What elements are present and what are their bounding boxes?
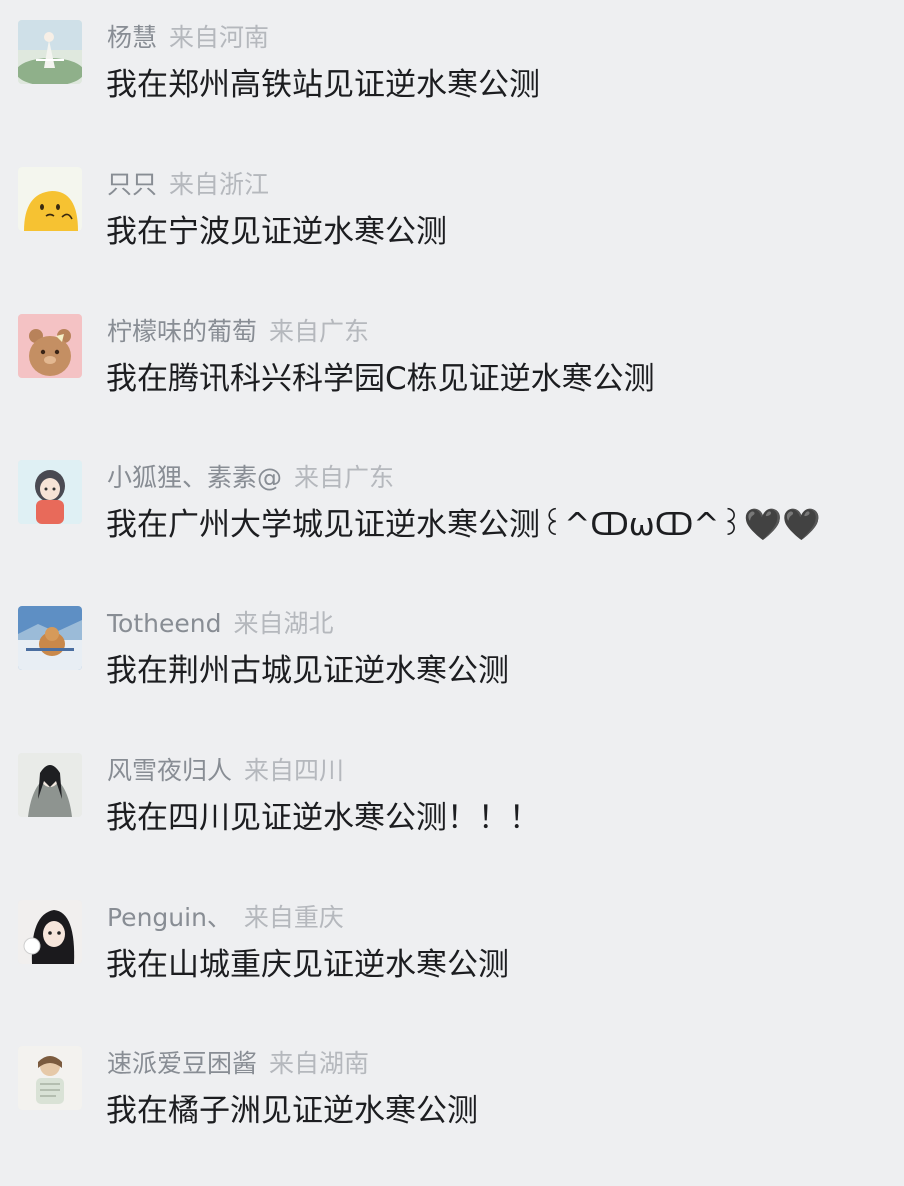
location-label: 来自浙江 — [169, 170, 270, 199]
username[interactable]: 速派爱豆困酱 — [107, 1049, 257, 1078]
comment-text: 我在宁波见证逆水寒公测 — [106, 214, 447, 250]
comment-list: 杨慧 来自河南 我在郑州高铁站见证逆水寒公测 只只 来自浙江 我在宁波见证逆水寒公测 — [0, 0, 904, 1158]
username[interactable]: Penguin、 — [107, 903, 232, 932]
comment-item: 只只 来自浙江 我在宁波见证逆水寒公测 — [0, 167, 904, 307]
comment-item: 速派爱豆困酱 来自湖南 我在橘子洲见证逆水寒公测 — [0, 1046, 904, 1186]
username[interactable]: 柠檬味的葡萄 — [107, 317, 257, 346]
username[interactable]: 风雪夜归人 — [107, 756, 232, 785]
comment-text: 我在橘子洲见证逆水寒公测 — [106, 1093, 478, 1129]
location-label: 来自重庆 — [243, 903, 344, 932]
username[interactable]: 杨慧 — [107, 23, 157, 52]
location-label: 来自湖北 — [233, 609, 334, 638]
comment-text: 我在荆州古城见证逆水寒公测 — [106, 653, 509, 689]
girl-portrait-avatar-icon[interactable] — [18, 900, 82, 964]
comment-meta: 只只 来自浙江 — [107, 167, 269, 203]
comment-item: 风雪夜归人 来自四川 我在四川见证逆水寒公测！！！ — [0, 753, 904, 893]
comment-text: 我在四川见证逆水寒公测！！！ — [106, 800, 540, 836]
location-label: 来自广东 — [294, 463, 395, 492]
yellow-blob-avatar-icon[interactable] — [18, 167, 82, 231]
comment-text: 我在广州大学城见证逆水寒公测꒰^ↀωↀ^꒱🖤🖤 — [106, 507, 821, 543]
comment-meta: 柠檬味的葡萄 来自广东 — [107, 314, 369, 350]
comment-meta: 杨慧 来自河南 — [107, 20, 269, 56]
snow-dog-avatar-icon[interactable] — [18, 606, 82, 670]
location-label: 来自湖南 — [269, 1049, 370, 1078]
comment-item: Penguin、 来自重庆 我在山城重庆见证逆水寒公测 — [0, 900, 904, 1040]
anime-girl-avatar-icon[interactable] — [18, 460, 82, 524]
comment-meta: Penguin、 来自重庆 — [107, 900, 344, 936]
location-label: 来自广东 — [269, 317, 370, 346]
comment-text: 我在腾讯科兴科学园C栋见证逆水寒公测 — [106, 361, 655, 397]
comment-item: 小狐狸、素素@ 来自广东 我在广州大学城见证逆水寒公测꒰^ↀωↀ^꒱🖤🖤 — [0, 460, 904, 600]
username[interactable]: 小狐狸、素素@ — [107, 463, 282, 492]
ink-swordsman-avatar-icon[interactable] — [18, 753, 82, 817]
comment-meta: 小狐狸、素素@ 来自广东 — [107, 460, 394, 496]
comment-item: 柠檬味的葡萄 来自广东 我在腾讯科兴科学园C栋见证逆水寒公测 — [0, 314, 904, 454]
cartoon-bear-avatar-icon[interactable] — [18, 314, 82, 378]
comment-meta: 风雪夜归人 来自四川 — [107, 753, 344, 789]
comment-text: 我在郑州高铁站见证逆水寒公测 — [106, 67, 540, 103]
comment-item: 杨慧 来自河南 我在郑州高铁站见证逆水寒公测 — [0, 20, 904, 160]
sketch-figure-avatar-icon[interactable] — [18, 1046, 82, 1110]
comment-item: Totheend 来自湖北 我在荆州古城见证逆水寒公测 — [0, 606, 904, 746]
location-label: 来自四川 — [244, 756, 345, 785]
username[interactable]: Totheend — [107, 609, 221, 638]
location-label: 来自河南 — [169, 23, 270, 52]
comment-text: 我在山城重庆见证逆水寒公测 — [106, 947, 509, 983]
comment-meta: 速派爱豆困酱 来自湖南 — [107, 1046, 369, 1082]
comment-meta: Totheend 来自湖北 — [107, 606, 333, 642]
landscape-figure-avatar-icon[interactable] — [18, 20, 82, 84]
username[interactable]: 只只 — [107, 170, 157, 199]
